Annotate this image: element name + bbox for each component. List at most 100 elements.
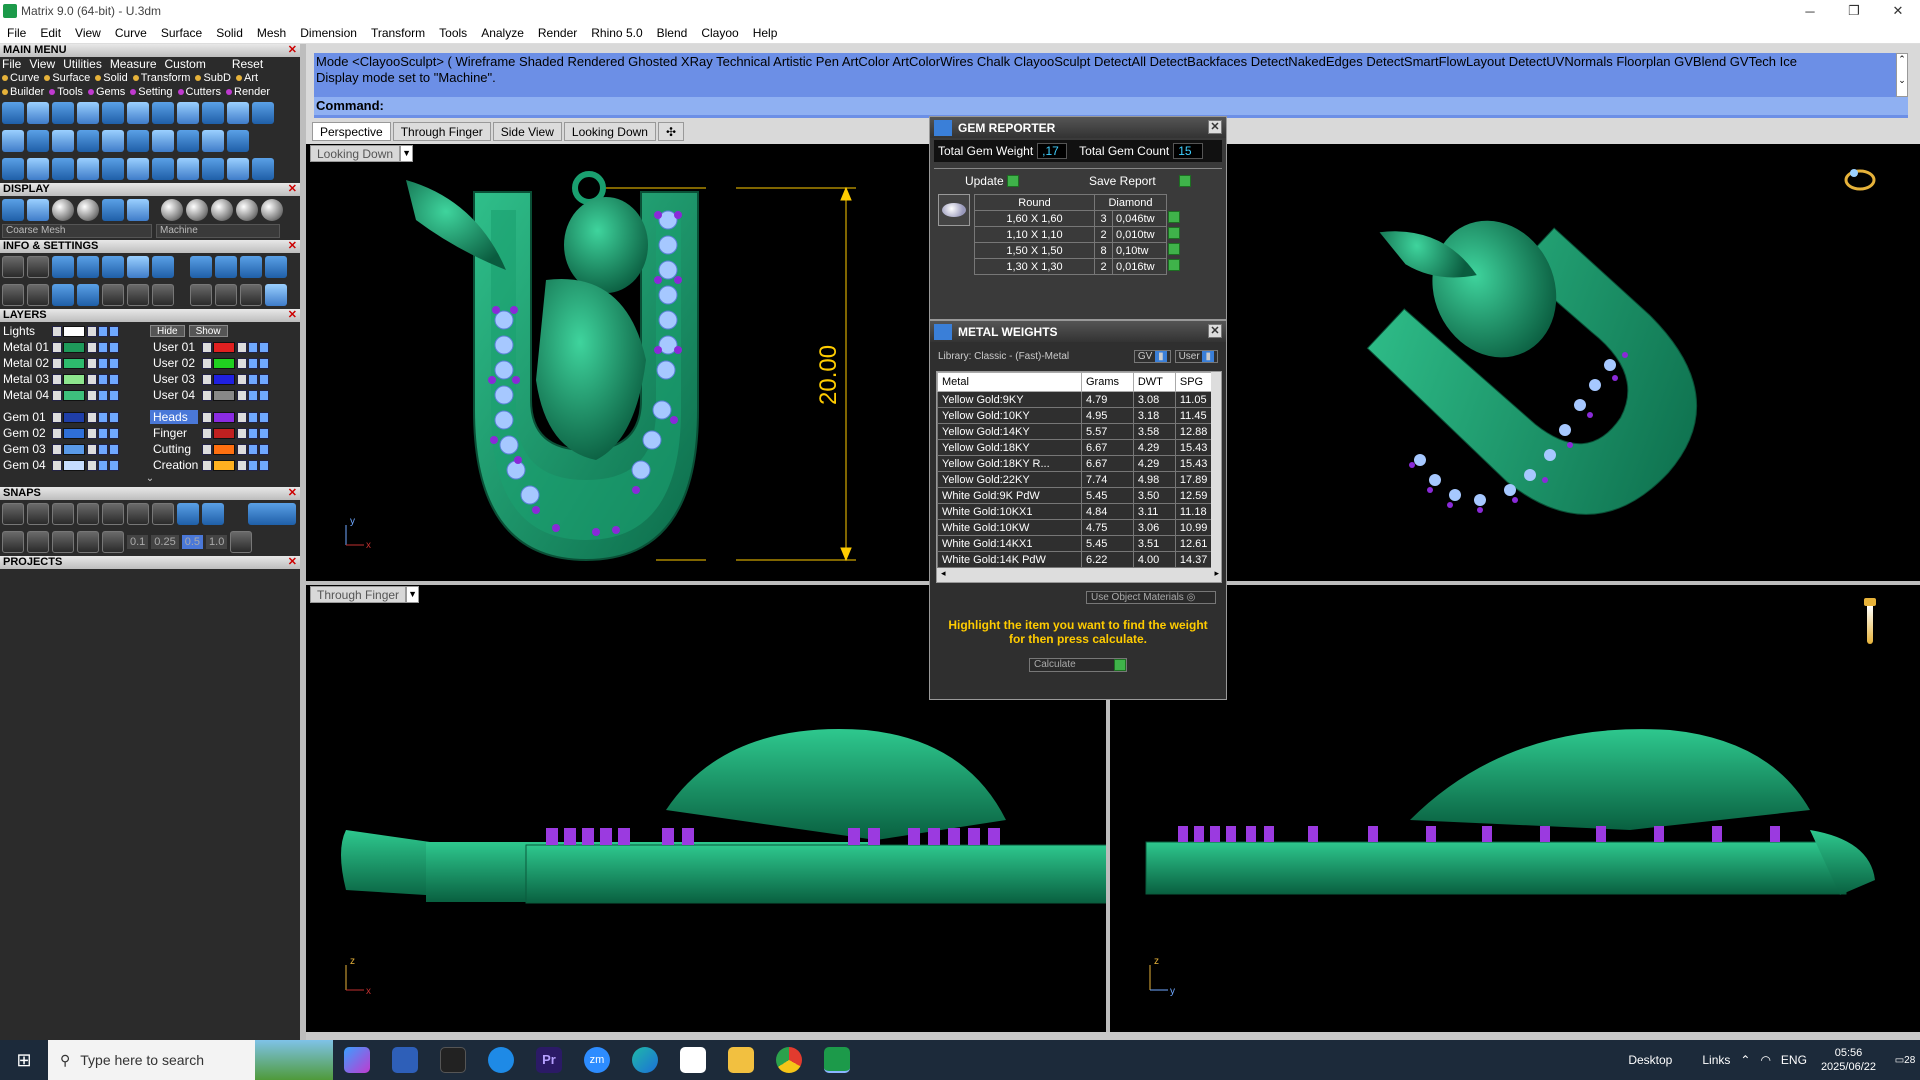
material-sphere-icon[interactable] [211, 199, 233, 221]
snap-icon[interactable] [52, 531, 74, 553]
file-explorer-icon[interactable] [728, 1047, 754, 1073]
ortho-toggle[interactable] [248, 503, 296, 525]
info-icon[interactable] [152, 256, 174, 278]
tool-icon[interactable] [2, 102, 24, 124]
horizontal-scrollbar[interactable]: ◂ ▸ [937, 568, 1221, 582]
metal-col-header[interactable]: Metal [937, 372, 1082, 392]
layer-row-user-04[interactable]: User 04 [150, 387, 300, 403]
use-object-materials-toggle[interactable]: Use Object Materials ◎ [1086, 591, 1216, 604]
vertical-scrollbar[interactable] [1211, 372, 1221, 568]
tool-icon[interactable] [177, 102, 199, 124]
links-toolbar[interactable]: Links [1702, 1053, 1730, 1067]
chevron-down-icon[interactable]: ▼ [406, 586, 420, 603]
snap-icon[interactable] [77, 531, 99, 553]
add-tab-button[interactable]: ✣ [657, 122, 685, 141]
close-icon[interactable]: ✕ [288, 556, 297, 569]
layer-row-user-01[interactable]: User 01 [150, 339, 300, 355]
snap-icon[interactable] [2, 503, 24, 525]
main-utilities[interactable]: Utilities [63, 57, 102, 71]
tab-looking-down[interactable]: Looking Down [563, 122, 656, 141]
snap-icon[interactable] [202, 503, 224, 525]
tool-icon[interactable] [52, 102, 74, 124]
grid-icon[interactable] [230, 531, 253, 553]
snap-icon[interactable] [52, 503, 74, 525]
tool-icon[interactable] [152, 158, 174, 180]
tool-icon[interactable] [227, 130, 249, 152]
tool-icon[interactable] [2, 158, 24, 180]
layer-row-gem-02[interactable]: Gem 02 [0, 425, 150, 441]
info-icon[interactable] [215, 284, 237, 306]
tool-icon[interactable] [52, 158, 74, 180]
lock-icon[interactable] [87, 325, 97, 337]
cube-icon[interactable] [52, 284, 74, 306]
viewport-perspective-view[interactable] [1230, 160, 1910, 580]
close-icon[interactable]: ✕ [288, 44, 297, 57]
viewport-name[interactable]: Through Finger [310, 586, 407, 603]
move-icon[interactable] [102, 158, 124, 180]
gem-row[interactable]: 1,10 X 1,10 2 0,010tw [974, 226, 1182, 243]
info-icon[interactable] [52, 256, 74, 278]
snap-value-0-25[interactable]: 0.25 [151, 535, 179, 549]
info-icon[interactable] [152, 284, 174, 306]
tool-icon[interactable] [77, 130, 99, 152]
tool-icon[interactable] [2, 130, 24, 152]
main-measure[interactable]: Measure [110, 57, 157, 71]
windows-start-icon[interactable]: ⊞ [0, 1040, 48, 1080]
command-prompt[interactable]: Command: [314, 97, 1908, 115]
snap-icon[interactable] [102, 503, 124, 525]
info-icon[interactable] [190, 284, 212, 306]
tool-icon[interactable] [177, 158, 199, 180]
wireframe-icon[interactable] [2, 199, 24, 221]
snap-icon[interactable] [102, 531, 124, 553]
metal-row[interactable]: White Gold:14KX1 5.45 3.51 12.61 [937, 535, 1221, 552]
tool-icon[interactable] [27, 102, 49, 124]
menu-clayoo[interactable]: Clayoo [694, 26, 745, 40]
submenu-subd[interactable]: SubD [195, 71, 231, 85]
info-icon[interactable] [265, 284, 287, 306]
messenger-icon[interactable] [488, 1047, 514, 1073]
save-report-button[interactable]: Save Report [1089, 173, 1192, 188]
close-icon[interactable]: ✕ [288, 240, 297, 253]
info-icon[interactable] [102, 256, 124, 278]
snap-icon[interactable] [127, 503, 149, 525]
user-library-button[interactable]: User ▮ [1174, 350, 1218, 363]
tool-icon[interactable] [202, 102, 224, 124]
tool-icon[interactable] [27, 158, 49, 180]
submenu-transform[interactable]: Transform [132, 71, 190, 85]
tray-chevron-icon[interactable]: ⌃ [1740, 1053, 1750, 1067]
layer-row-metal-01[interactable]: Metal 01 [0, 339, 150, 355]
menu-view[interactable]: View [68, 26, 108, 40]
submenu-builder[interactable]: Builder [2, 85, 44, 99]
layer-row-gem-03[interactable]: Gem 03 [0, 441, 150, 457]
snap-value-1-0[interactable]: 1.0 [206, 535, 228, 549]
tool-icon[interactable] [102, 130, 124, 152]
grams-col-header[interactable]: Grams [1080, 372, 1134, 392]
info-icon[interactable] [27, 284, 49, 306]
shaded-icon[interactable] [27, 199, 49, 221]
menu-edit[interactable]: Edit [33, 26, 68, 40]
command-scrollbar[interactable]: ⌃ ⌄ [1896, 53, 1908, 97]
menu-rhino[interactable]: Rhino 5.0 [584, 26, 649, 40]
info-icon[interactable] [190, 256, 212, 278]
info-icon[interactable] [77, 256, 99, 278]
submenu-gems[interactable]: Gems [87, 85, 125, 99]
layer-row-user-03[interactable]: User 03 [150, 371, 300, 387]
menu-tools[interactable]: Tools [432, 26, 474, 40]
menu-transform[interactable]: Transform [364, 26, 432, 40]
layer-toggle[interactable] [98, 325, 108, 337]
menu-file[interactable]: File [0, 26, 33, 40]
gem-row[interactable]: 1,30 X 1,30 2 0,016tw [974, 258, 1182, 275]
material-sphere-icon[interactable] [186, 199, 208, 221]
gem-row[interactable]: 1,50 X 1,50 8 0,10tw [974, 242, 1182, 259]
submenu-tools[interactable]: Tools [49, 85, 83, 99]
submenu-surface[interactable]: Surface [44, 71, 90, 85]
menu-mesh[interactable]: Mesh [250, 26, 293, 40]
tool-icon[interactable] [177, 130, 199, 152]
menu-solid[interactable]: Solid [209, 26, 250, 40]
filter-icon[interactable] [102, 284, 124, 306]
dwt-col-header[interactable]: DWT [1132, 372, 1176, 392]
submenu-solid[interactable]: Solid [95, 71, 128, 85]
tab-through-finger[interactable]: Through Finger [392, 122, 491, 141]
tool-icon[interactable] [152, 102, 174, 124]
metal-row[interactable]: Yellow Gold:18KY R... 6.67 4.29 15.43 [937, 455, 1221, 472]
